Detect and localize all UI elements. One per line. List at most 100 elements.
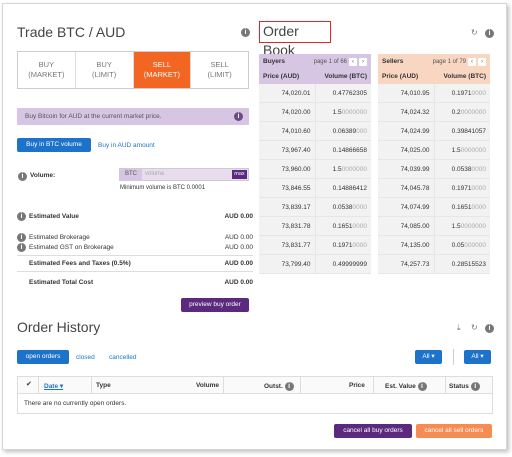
filter-all-dropdown-2[interactable]: All ▾ <box>464 350 491 364</box>
order-book-row[interactable]: 73,831.77 0.19710000 <box>259 235 371 255</box>
select-all-checkbox[interactable]: ✔ <box>26 380 32 388</box>
tab-sell-limit[interactable]: SELL (LIMIT) <box>191 52 248 88</box>
max-button[interactable]: max <box>232 170 247 179</box>
tab-buy-limit[interactable]: BUY (LIMIT) <box>76 52 134 88</box>
order-book-row[interactable]: 73,799.40 0.49999999 <box>259 254 371 274</box>
next-page-icon[interactable]: › <box>359 57 367 66</box>
order-book-row[interactable]: 74,045.78 0.19710000 <box>378 178 490 198</box>
tab-closed[interactable]: closed <box>76 354 95 361</box>
tab-buy-market[interactable]: BUY (MARKET) <box>18 52 76 88</box>
tab-cancelled[interactable]: cancelled <box>109 354 136 361</box>
order-book-info-icon[interactable]: i <box>485 29 494 38</box>
buyers-column-header: Price (AUD) Volume (BTC) <box>259 69 371 84</box>
order-book-row[interactable]: 74,024.99 0.39841057 <box>378 121 490 141</box>
order-book-row[interactable]: 74,024.32 0.20000000 <box>378 102 490 122</box>
gst-info-icon[interactable]: i <box>17 242 26 252</box>
order-book-row[interactable]: 74,039.99 0.05380000 <box>378 159 490 179</box>
row-price: 73,846.55 <box>259 178 316 198</box>
order-book-row[interactable]: 74,010.95 0.19710000 <box>378 83 490 103</box>
col-volume: Volume <box>196 382 219 389</box>
total-value: AUD 0.00 <box>224 278 253 286</box>
row-volume: 0.39841057 <box>451 127 486 135</box>
estimated-value-info-icon[interactable]: i <box>17 211 26 221</box>
order-book-row[interactable]: 73,839.17 0.05380000 <box>259 197 371 217</box>
gst-value: AUD 0.00 <box>224 243 253 251</box>
row-volume: 0.14886412 <box>332 184 367 192</box>
buy-in-btc-button[interactable]: Buy in BTC volume <box>17 138 91 152</box>
row-volume: 0.19710000 <box>451 89 486 97</box>
row-volume: 0.14866658 <box>332 146 367 154</box>
row-price: 74,135.00 <box>378 235 435 255</box>
row-volume: 0.16510000 <box>332 222 367 230</box>
prev-page-icon[interactable]: ‹ <box>349 57 357 66</box>
order-book-row[interactable]: 73,831.78 0.16510000 <box>259 216 371 236</box>
fees-row: Estimated Fees and Taxes (0.5%) AUD 0.00 <box>29 259 253 267</box>
row-volume: 0.19710000 <box>451 184 486 192</box>
prev-page-icon[interactable]: ‹ <box>468 57 476 66</box>
order-book-row[interactable]: 74,010.60 0.06389000 <box>259 121 371 141</box>
row-volume: 0.19710000 <box>332 241 367 249</box>
app-window: Trade BTC / AUD i BUY (MARKET) BUY (LIMIT)… <box>2 3 507 450</box>
download-icon[interactable]: ⤓ <box>457 323 461 333</box>
estimated-value: AUD 0.00 <box>224 212 253 220</box>
refresh-icon[interactable]: ↻ <box>471 323 478 332</box>
volume-input[interactable]: BTC volume max <box>119 168 249 181</box>
col-est-value: Est. Value i <box>385 382 427 391</box>
filter-all-dropdown[interactable]: All ▾ <box>415 350 442 364</box>
row-price: 73,960.00 <box>259 159 316 179</box>
row-volume: 1.50000000 <box>451 222 486 230</box>
volume-info-icon[interactable]: i <box>18 172 27 181</box>
trade-info-icon[interactable]: i <box>241 28 250 37</box>
brokerage-info-icon[interactable]: i <box>17 232 26 242</box>
outstanding-info-icon[interactable]: i <box>284 382 294 391</box>
order-book-row[interactable]: 74,135.00 0.05000000 <box>378 235 490 255</box>
divider <box>17 271 253 272</box>
order-book-row[interactable]: 74,025.00 1.50000000 <box>378 140 490 160</box>
row-price: 74,024.99 <box>378 121 435 141</box>
divider <box>373 377 374 394</box>
row-volume: 1.50000000 <box>332 108 367 116</box>
buy-in-aud-link[interactable]: Buy in AUD amount <box>98 142 155 149</box>
banner-info-icon[interactable]: i <box>234 112 243 121</box>
row-volume: 0.05380000 <box>332 203 367 211</box>
preview-buy-order-button[interactable]: preview buy order <box>181 298 249 312</box>
row-price: 74,257.73 <box>378 254 435 274</box>
order-history-info-icon[interactable]: i <box>485 324 494 333</box>
order-book-row[interactable]: 73,960.00 1.50000000 <box>259 159 371 179</box>
est-value-info-icon[interactable]: i <box>417 382 427 391</box>
order-book-row[interactable]: 74,074.99 0.16510000 <box>378 197 490 217</box>
gst-row: i Estimated GST on Brokerage AUD 0.00 <box>17 242 253 252</box>
row-volume: 0.06389000 <box>332 127 367 135</box>
cancel-all-buy-orders-button[interactable]: cancel all buy orders <box>334 424 412 438</box>
row-price: 73,839.17 <box>259 197 316 217</box>
order-book-row[interactable]: 74,085.00 1.50000000 <box>378 216 490 236</box>
estimated-value-row: i Estimated Value AUD 0.00 <box>17 211 253 221</box>
sellers-header: Sellers page 1 of 79 ‹ › <box>378 54 490 69</box>
row-price: 74,010.60 <box>259 121 316 141</box>
tab-open-orders[interactable]: open orders <box>17 350 69 364</box>
order-book-row[interactable]: 74,020.00 1.50000000 <box>259 102 371 122</box>
row-volume: 0.16510000 <box>451 203 486 211</box>
total-row: Estimated Total Cost AUD 0.00 <box>29 278 253 286</box>
col-date[interactable]: Date ▾ <box>44 382 63 390</box>
order-book-row[interactable]: 73,846.55 0.14886412 <box>259 178 371 198</box>
row-volume: 1.50000000 <box>332 165 367 173</box>
tab-sell-market[interactable]: SELL (MARKET) <box>133 52 192 88</box>
row-volume: 0.20000000 <box>451 108 486 116</box>
order-book-row[interactable]: 74,257.73 0.28515523 <box>378 254 490 274</box>
col-outstanding: Outst. i <box>264 382 294 391</box>
row-price: 73,831.77 <box>259 235 316 255</box>
row-volume: 0.28515523 <box>451 260 486 268</box>
refresh-icon[interactable]: ↻ <box>471 28 478 37</box>
sellers-column-header: Price (AUD) Volume (BTC) <box>378 69 490 84</box>
market-info-banner: Buy Bitcoin for AUD at the current marke… <box>17 108 249 125</box>
order-book-row[interactable]: 74,020.01 0.47762305 <box>259 83 371 103</box>
status-info-icon[interactable]: i <box>470 382 480 391</box>
fees-value: AUD 0.00 <box>224 259 253 267</box>
empty-orders-message: There are no currently open orders. <box>24 400 127 407</box>
next-page-icon[interactable]: › <box>478 57 486 66</box>
divider <box>445 377 446 394</box>
cancel-all-sell-orders-button[interactable]: cancel all sell orders <box>416 424 492 438</box>
order-book-row[interactable]: 73,967.40 0.14866658 <box>259 140 371 160</box>
row-price: 73,831.78 <box>259 216 316 236</box>
